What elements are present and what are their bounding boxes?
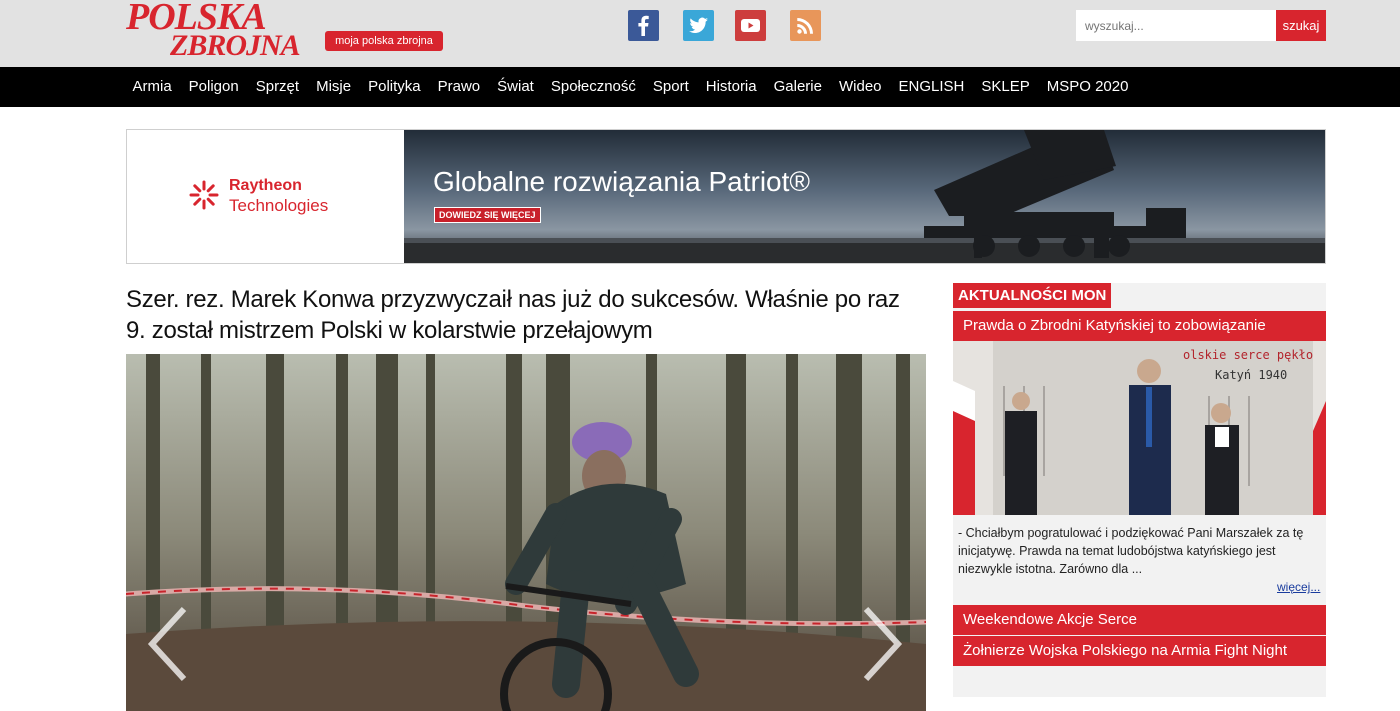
sidebar-header[interactable]: AKTUALNOŚCI MON bbox=[953, 283, 1112, 308]
sidebar-excerpt: - Chciałbym pogratulować i podziękować P… bbox=[958, 526, 1304, 576]
sidebar-item-akcje-serce[interactable]: Weekendowe Akcje Serce bbox=[953, 605, 1326, 635]
ad-image-panel: Globalne rozwiązania Patriot® DOWIEDZ SI… bbox=[404, 130, 1325, 263]
nav-item-armia[interactable]: Armia bbox=[124, 67, 180, 107]
sidebar-more-link[interactable]: więcej... bbox=[1277, 580, 1320, 594]
ad-headline: Globalne rozwiązania Patriot® bbox=[433, 166, 811, 197]
site-header: POLSKA ZBROJNA moja polska zbrojna szuka… bbox=[0, 0, 1400, 67]
slider-prev-arrow-icon[interactable] bbox=[144, 604, 194, 684]
moja-polska-zbrojna-button[interactable]: moja polska zbrojna bbox=[325, 31, 443, 51]
ad-brand-name: Raytheon bbox=[229, 177, 302, 194]
main-nav: Armia Poligon Sprzęt Misje Polityka Praw… bbox=[0, 67, 1400, 107]
article-title[interactable]: Szer. rez. Marek Konwa przyzwyczaił nas … bbox=[126, 284, 916, 346]
ad-brand-sub: Technologies bbox=[229, 196, 329, 215]
nav-item-spolecznosc[interactable]: Społeczność bbox=[542, 67, 644, 107]
site-logo[interactable]: POLSKA ZBROJNA bbox=[126, 0, 306, 62]
nav-item-sklep[interactable]: SKLEP bbox=[973, 67, 1038, 107]
article-hero-image[interactable] bbox=[126, 354, 926, 711]
nav-item-sprzet[interactable]: Sprzęt bbox=[247, 67, 307, 107]
youtube-icon[interactable] bbox=[735, 10, 766, 41]
sidebar-item-katyn[interactable]: Prawda o Zbrodni Katyńskiej to zobowiąza… bbox=[953, 311, 1326, 341]
nav-item-polityka[interactable]: Polityka bbox=[360, 67, 430, 107]
nav-item-misje[interactable]: Misje bbox=[308, 67, 360, 107]
ad-banner[interactable]: Raytheon Technologies Globalne rozwiązan… bbox=[126, 129, 1326, 264]
cyclist-photo bbox=[126, 354, 926, 711]
nav-item-mspo[interactable]: MSPO 2020 bbox=[1038, 67, 1137, 107]
katyn-ceremony-photo: olskie serce pękło Katyń 1940 bbox=[953, 341, 1326, 515]
sidebar-item-fight-night[interactable]: Żołnierze Wojska Polskiego na Armia Figh… bbox=[953, 636, 1326, 666]
search-input[interactable] bbox=[1076, 10, 1276, 41]
rss-icon[interactable] bbox=[790, 10, 821, 41]
memorial-text-line2: Katyń 1940 bbox=[1215, 368, 1287, 382]
twitter-icon[interactable] bbox=[683, 10, 714, 41]
ad-cta-button[interactable]: DOWIEDZ SIĘ WIĘCEJ bbox=[434, 207, 541, 223]
nav-item-historia[interactable]: Historia bbox=[697, 67, 765, 107]
nav-item-prawo[interactable]: Prawo bbox=[429, 67, 489, 107]
nav-item-swiat[interactable]: Świat bbox=[489, 67, 543, 107]
nav-item-wideo[interactable]: Wideo bbox=[830, 67, 890, 107]
search-button[interactable]: szukaj bbox=[1276, 10, 1326, 41]
nav-item-poligon[interactable]: Poligon bbox=[180, 67, 247, 107]
sidebar-photo[interactable]: olskie serce pękło Katyń 1940 bbox=[953, 341, 1326, 515]
raytheon-logo-icon bbox=[189, 180, 219, 210]
facebook-icon[interactable] bbox=[628, 10, 659, 41]
nav-item-english[interactable]: ENGLISH bbox=[890, 67, 973, 107]
slider-next-arrow-icon[interactable] bbox=[856, 604, 906, 684]
memorial-text-line1: olskie serce pękło bbox=[1183, 348, 1313, 362]
logo-line2: ZBROJNA bbox=[170, 29, 301, 62]
nav-item-galerie[interactable]: Galerie bbox=[765, 67, 830, 107]
raytheon-wordmark: Raytheon Technologies bbox=[229, 176, 328, 216]
nav-item-sport[interactable]: Sport bbox=[644, 67, 697, 107]
ad-brand-panel: Raytheon Technologies bbox=[127, 130, 404, 263]
